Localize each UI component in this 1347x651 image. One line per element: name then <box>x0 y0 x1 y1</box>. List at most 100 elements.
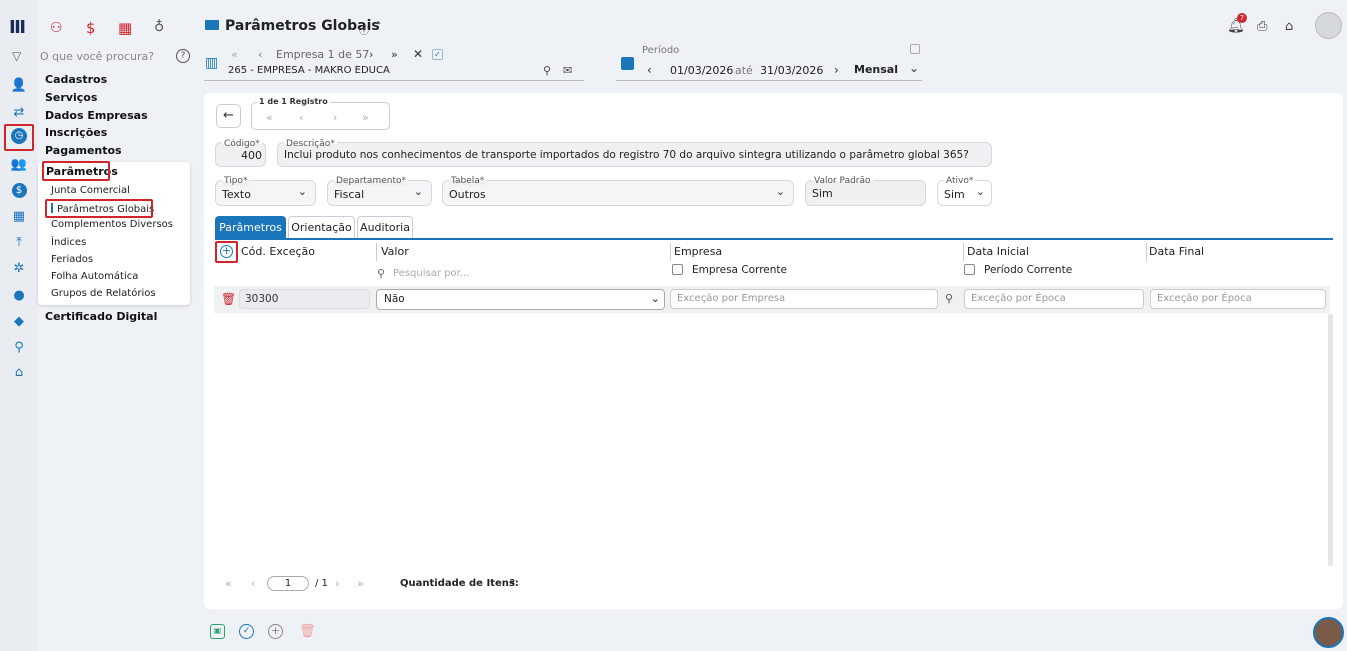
chevron-down-icon: ⌄ <box>975 185 985 198</box>
close-icon[interactable]: ✕ <box>413 47 423 61</box>
dollar-icon[interactable]: $ <box>9 180 29 200</box>
periodo-prev-button[interactable]: ‹ <box>647 63 652 77</box>
col-empresa[interactable]: Empresa <box>674 245 722 258</box>
chevron-down-icon[interactable]: ⌄ <box>909 61 919 75</box>
empresa-last-button[interactable]: » <box>391 48 398 61</box>
assistant-avatar[interactable] <box>1313 617 1344 648</box>
grid-icon[interactable]: ▦ <box>118 19 132 37</box>
record-prev-button[interactable]: ‹ <box>299 111 303 124</box>
parametros-globais-highlight <box>45 199 153 218</box>
departamento-value: Fiscal <box>334 188 365 201</box>
page-next-button[interactable]: › <box>335 577 339 590</box>
menu-certificado[interactable]: Certificado Digital <box>45 310 157 323</box>
submenu-item[interactable]: Folha Automática <box>51 271 138 282</box>
empresa-corrente-checkbox[interactable] <box>672 264 683 275</box>
col-data-final[interactable]: Data Final <box>1149 245 1204 258</box>
row-empresa-input[interactable]: Exceção por Empresa <box>670 289 938 309</box>
empresa-first-button[interactable]: « <box>231 48 238 61</box>
tab-parametros[interactable]: Parâmetros <box>215 216 286 238</box>
graduation-icon[interactable]: ◆ <box>9 311 29 331</box>
page-input[interactable]: 1 <box>267 576 309 591</box>
chevron-down-icon: ⌄ <box>413 185 423 198</box>
app-logo[interactable]: Ⅲ <box>9 17 26 38</box>
search-icon[interactable]: ⚲ <box>9 337 29 357</box>
delete-icon[interactable]: 🗑︎ <box>299 624 316 639</box>
info-icon[interactable]: ⓘ <box>359 22 369 37</box>
col-divider <box>1146 243 1147 261</box>
graduation-cap-icon[interactable]: ⌂ <box>1285 19 1293 34</box>
cadastros-icon[interactable]: 👤 <box>9 75 29 95</box>
periodo-tipo[interactable]: Mensal <box>854 63 898 76</box>
record-next-button[interactable]: › <box>333 111 337 124</box>
row-valor-select[interactable]: Não ⌄ <box>376 289 665 310</box>
money-bag-icon[interactable]: ● <box>9 285 29 305</box>
dollar-sign-icon[interactable]: $ <box>86 19 96 37</box>
handshake-icon[interactable]: ⇄ <box>9 102 29 122</box>
help-icon[interactable]: ? <box>176 49 190 63</box>
ativo-select[interactable]: Ativo* Sim ⌄ <box>937 176 992 206</box>
save-icon[interactable]: ▣ <box>210 624 225 639</box>
tipo-select[interactable]: Tipo* Texto ⌄ <box>215 176 316 206</box>
bag-icon[interactable]: ♁ <box>154 19 164 35</box>
menu-pagamentos[interactable]: Pagamentos <box>45 144 122 157</box>
trash-icon[interactable]: 🗑︎ <box>221 292 236 306</box>
row-data-final-input[interactable]: Exceção por Época <box>1150 289 1326 309</box>
tree-icon[interactable]: ⤒ <box>9 232 29 252</box>
confirm-icon[interactable]: ✓ <box>239 624 254 639</box>
filter-icon[interactable]: ▽ <box>12 49 21 63</box>
menu-servicos[interactable]: Serviços <box>45 91 97 104</box>
empresa-prev-button[interactable]: ‹ <box>258 48 262 61</box>
submenu-item[interactable]: Grupos de Relatórios <box>51 288 156 299</box>
search-box[interactable]: O que você procura? <box>40 50 154 63</box>
menu-dados-empresas[interactable]: Dados Empresas <box>45 109 148 122</box>
mail-icon[interactable]: ✉ <box>563 64 572 77</box>
col-cod-excecao[interactable]: Cód. Exceção <box>241 245 315 258</box>
tab-auditoria[interactable]: Auditoria <box>357 216 413 238</box>
submenu-item[interactable]: Complementos Diversos <box>51 219 173 230</box>
col-valor[interactable]: Valor <box>381 245 409 258</box>
data-inicio[interactable]: 01/03/2026 <box>670 64 733 77</box>
calculator-icon[interactable]: ▦ <box>9 206 29 226</box>
tabela-select[interactable]: Tabela* Outros ⌄ <box>442 176 794 206</box>
check-box-icon[interactable]: ✓ <box>432 49 443 60</box>
valor-search-input[interactable]: Pesquisar por... <box>393 268 469 279</box>
codigo-field[interactable]: Código* 400 <box>215 139 266 167</box>
report-icon[interactable]: ⎙ <box>1257 19 1267 34</box>
tab-orientacao[interactable]: Orientação <box>288 216 355 238</box>
page-last-button[interactable]: » <box>357 577 364 590</box>
chevron-up-icon[interactable]: ⌃ <box>373 19 383 33</box>
descricao-field[interactable]: Descrição* Inclui produto nos conheciment… <box>277 139 992 167</box>
page-first-button[interactable]: « <box>225 577 232 590</box>
home-icon[interactable]: ⌂ <box>9 362 29 382</box>
row-codigo[interactable]: 30300 <box>239 289 370 309</box>
departamento-select[interactable]: Departamento* Fiscal ⌄ <box>327 176 432 206</box>
empresa-next-button[interactable]: › <box>369 48 373 61</box>
search-empresa-button[interactable]: ⚲ <box>945 292 953 305</box>
data-fim[interactable]: 31/03/2026 <box>760 64 823 77</box>
periodo-next-button[interactable]: › <box>834 63 839 77</box>
add-icon[interactable]: + <box>268 624 283 639</box>
menu-inscricoes[interactable]: Inscrições <box>45 126 107 139</box>
menu-cadastros[interactable]: Cadastros <box>45 73 107 86</box>
page-prev-button[interactable]: ‹ <box>251 577 255 590</box>
submenu-item[interactable]: Índices <box>51 237 86 248</box>
periodo-checkbox[interactable] <box>910 44 920 54</box>
periodo-corrente-checkbox[interactable] <box>964 264 975 275</box>
valor-padrao-field[interactable]: Valor Padrão Sim <box>805 176 926 206</box>
tipo-value: Texto <box>222 188 251 201</box>
gear-icon[interactable]: ✲ <box>9 258 29 278</box>
row-data-inicial-input[interactable]: Exceção por Época <box>964 289 1144 309</box>
record-last-button[interactable]: » <box>362 111 369 124</box>
scrollbar[interactable] <box>1328 314 1333 566</box>
record-first-button[interactable]: « <box>266 111 273 124</box>
left-nav: Ⅲ ▽ 👤 ⇄ ◷ 👥 $ ▦ ⤒ ✲ ● ◆ ⚲ ⌂ <box>0 0 38 651</box>
col-data-inicial[interactable]: Data Inicial <box>967 245 1029 258</box>
people-icon[interactable]: ⚇ <box>50 20 63 36</box>
submenu-item[interactable]: Junta Comercial <box>51 185 130 196</box>
calendar-icon[interactable] <box>621 57 634 70</box>
users-icon[interactable]: 👥 <box>9 154 29 174</box>
submenu-item[interactable]: Feriados <box>51 254 93 265</box>
avatar[interactable] <box>1315 12 1342 39</box>
search-empresa-icon[interactable]: ⚲ <box>543 64 551 77</box>
back-button[interactable]: ← <box>216 104 241 128</box>
